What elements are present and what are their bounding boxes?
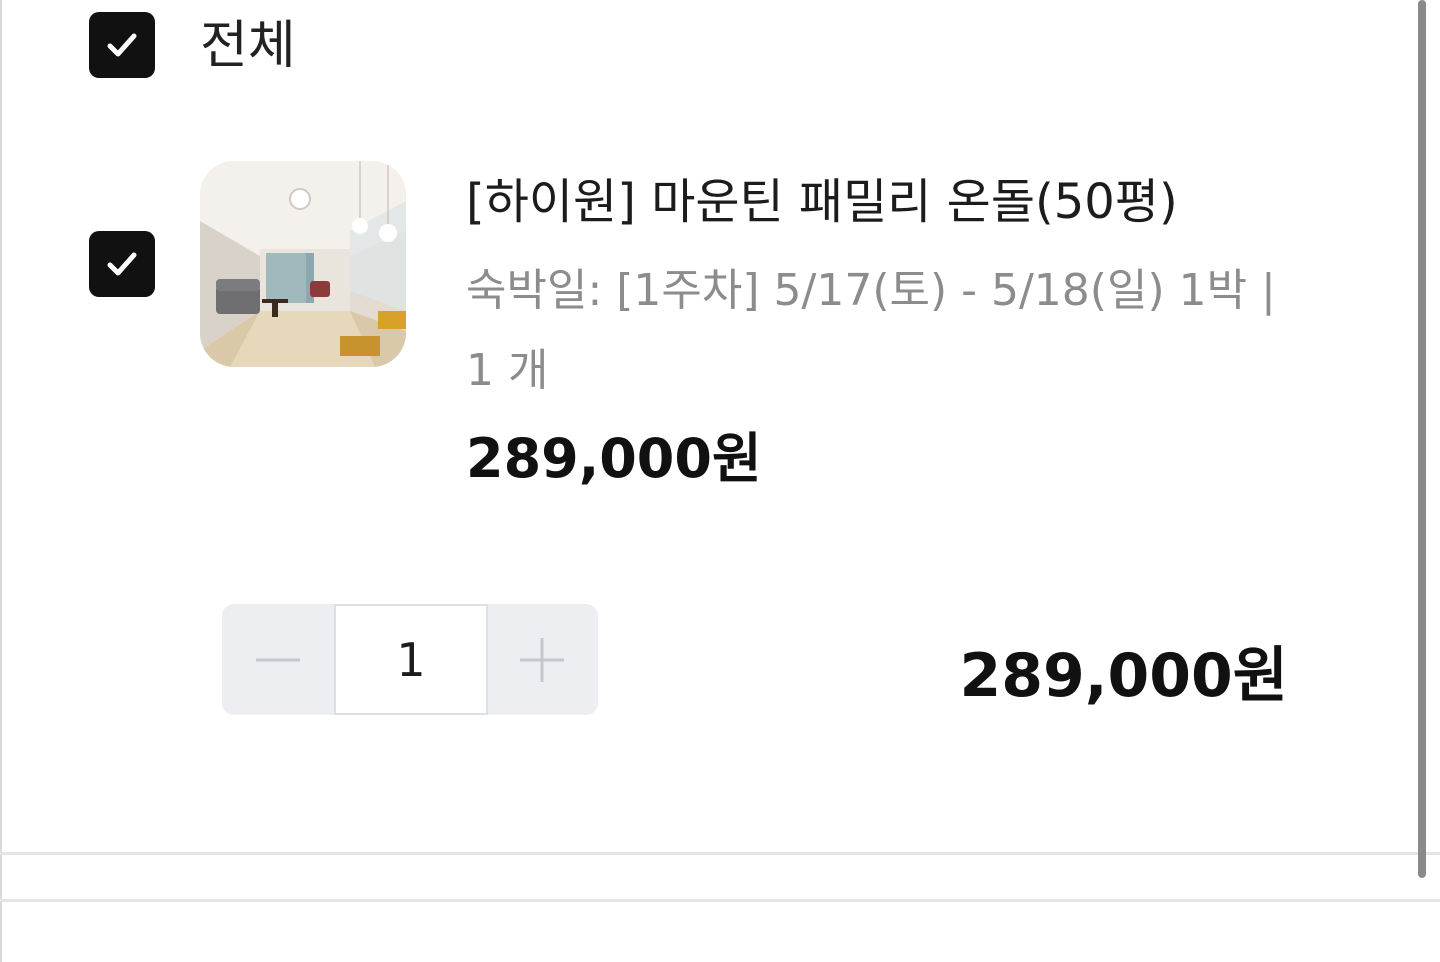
decrease-quantity-button[interactable] — [222, 604, 334, 715]
product-option: 숙박일: [1주차] 5/17(토) - 5/18(일) 1박 | — [466, 265, 1276, 316]
increase-quantity-button[interactable] — [486, 604, 598, 715]
quantity-input[interactable]: 1 — [334, 604, 488, 715]
minus-icon — [256, 658, 300, 661]
scrollbar[interactable] — [1416, 0, 1428, 962]
product-quantity-text: 1 개 — [466, 345, 549, 396]
living-room-photo — [200, 161, 406, 367]
item-total-price: 289,000원 — [959, 641, 1288, 711]
cart-page: 전체 [하이원] 마운틴 패밀리 온돌(50평) 숙박일: [1주차] 5/17… — [0, 0, 1440, 962]
select-all-checkbox[interactable] — [89, 12, 155, 78]
scrollbar-thumb[interactable] — [1418, 0, 1426, 878]
plus-icon — [520, 637, 564, 682]
divider — [0, 899, 1440, 902]
panel-border — [0, 0, 2, 962]
check-icon — [107, 33, 137, 57]
select-all-label[interactable]: 전체 — [200, 14, 296, 78]
divider — [0, 852, 1440, 855]
product-title[interactable]: [하이원] 마운틴 패밀리 온돌(50평) — [466, 172, 1178, 232]
check-icon — [107, 252, 137, 276]
item-checkbox[interactable] — [89, 231, 155, 297]
product-thumbnail[interactable] — [200, 161, 406, 367]
unit-price: 289,000원 — [466, 427, 762, 490]
quantity-stepper: 1 — [222, 604, 598, 715]
